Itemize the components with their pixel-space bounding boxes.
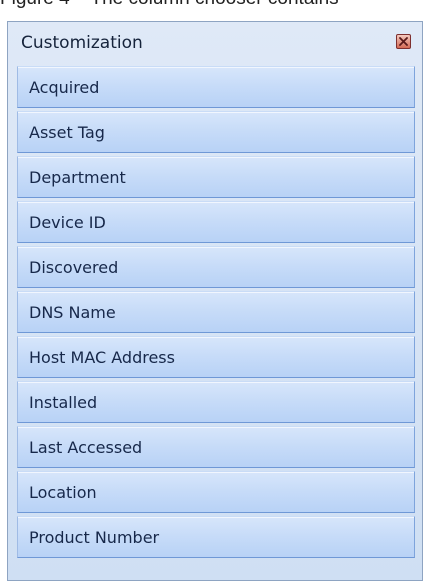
- column-item-device-id[interactable]: Device ID: [17, 201, 415, 243]
- document-caption: Figure 4 – The column chooser contains: [0, 0, 431, 11]
- column-item-asset-tag[interactable]: Asset Tag: [17, 111, 415, 153]
- column-list: Acquired Asset Tag Department Device ID …: [17, 66, 415, 561]
- column-item-acquired[interactable]: Acquired: [17, 66, 415, 108]
- column-item-dns-name[interactable]: DNS Name: [17, 291, 415, 333]
- close-icon[interactable]: [396, 34, 411, 49]
- column-item-department[interactable]: Department: [17, 156, 415, 198]
- column-item-label: Location: [29, 482, 97, 502]
- column-item-label: Host MAC Address: [29, 347, 175, 367]
- column-item-label: DNS Name: [29, 302, 116, 322]
- column-item-product-number[interactable]: Product Number: [17, 516, 415, 558]
- column-item-installed[interactable]: Installed: [17, 381, 415, 423]
- panel-title: Customization: [21, 33, 143, 53]
- column-item-label: Discovered: [29, 257, 119, 277]
- column-item-label: Last Accessed: [29, 437, 143, 457]
- column-item-label: Department: [29, 167, 126, 187]
- column-item-last-accessed[interactable]: Last Accessed: [17, 426, 415, 468]
- column-item-label: Installed: [29, 392, 98, 412]
- column-item-host-mac-address[interactable]: Host MAC Address: [17, 336, 415, 378]
- column-item-label: Product Number: [29, 527, 160, 547]
- column-item-location[interactable]: Location: [17, 471, 415, 513]
- column-chooser-panel: Customization Acquired Asset Tag Departm…: [7, 21, 423, 581]
- column-item-discovered[interactable]: Discovered: [17, 246, 415, 288]
- column-item-label: Device ID: [29, 212, 106, 232]
- column-item-label: Asset Tag: [29, 122, 105, 142]
- panel-header: Customization: [8, 22, 422, 66]
- column-item-label: Acquired: [29, 77, 100, 97]
- close-x-glyph: [399, 37, 408, 46]
